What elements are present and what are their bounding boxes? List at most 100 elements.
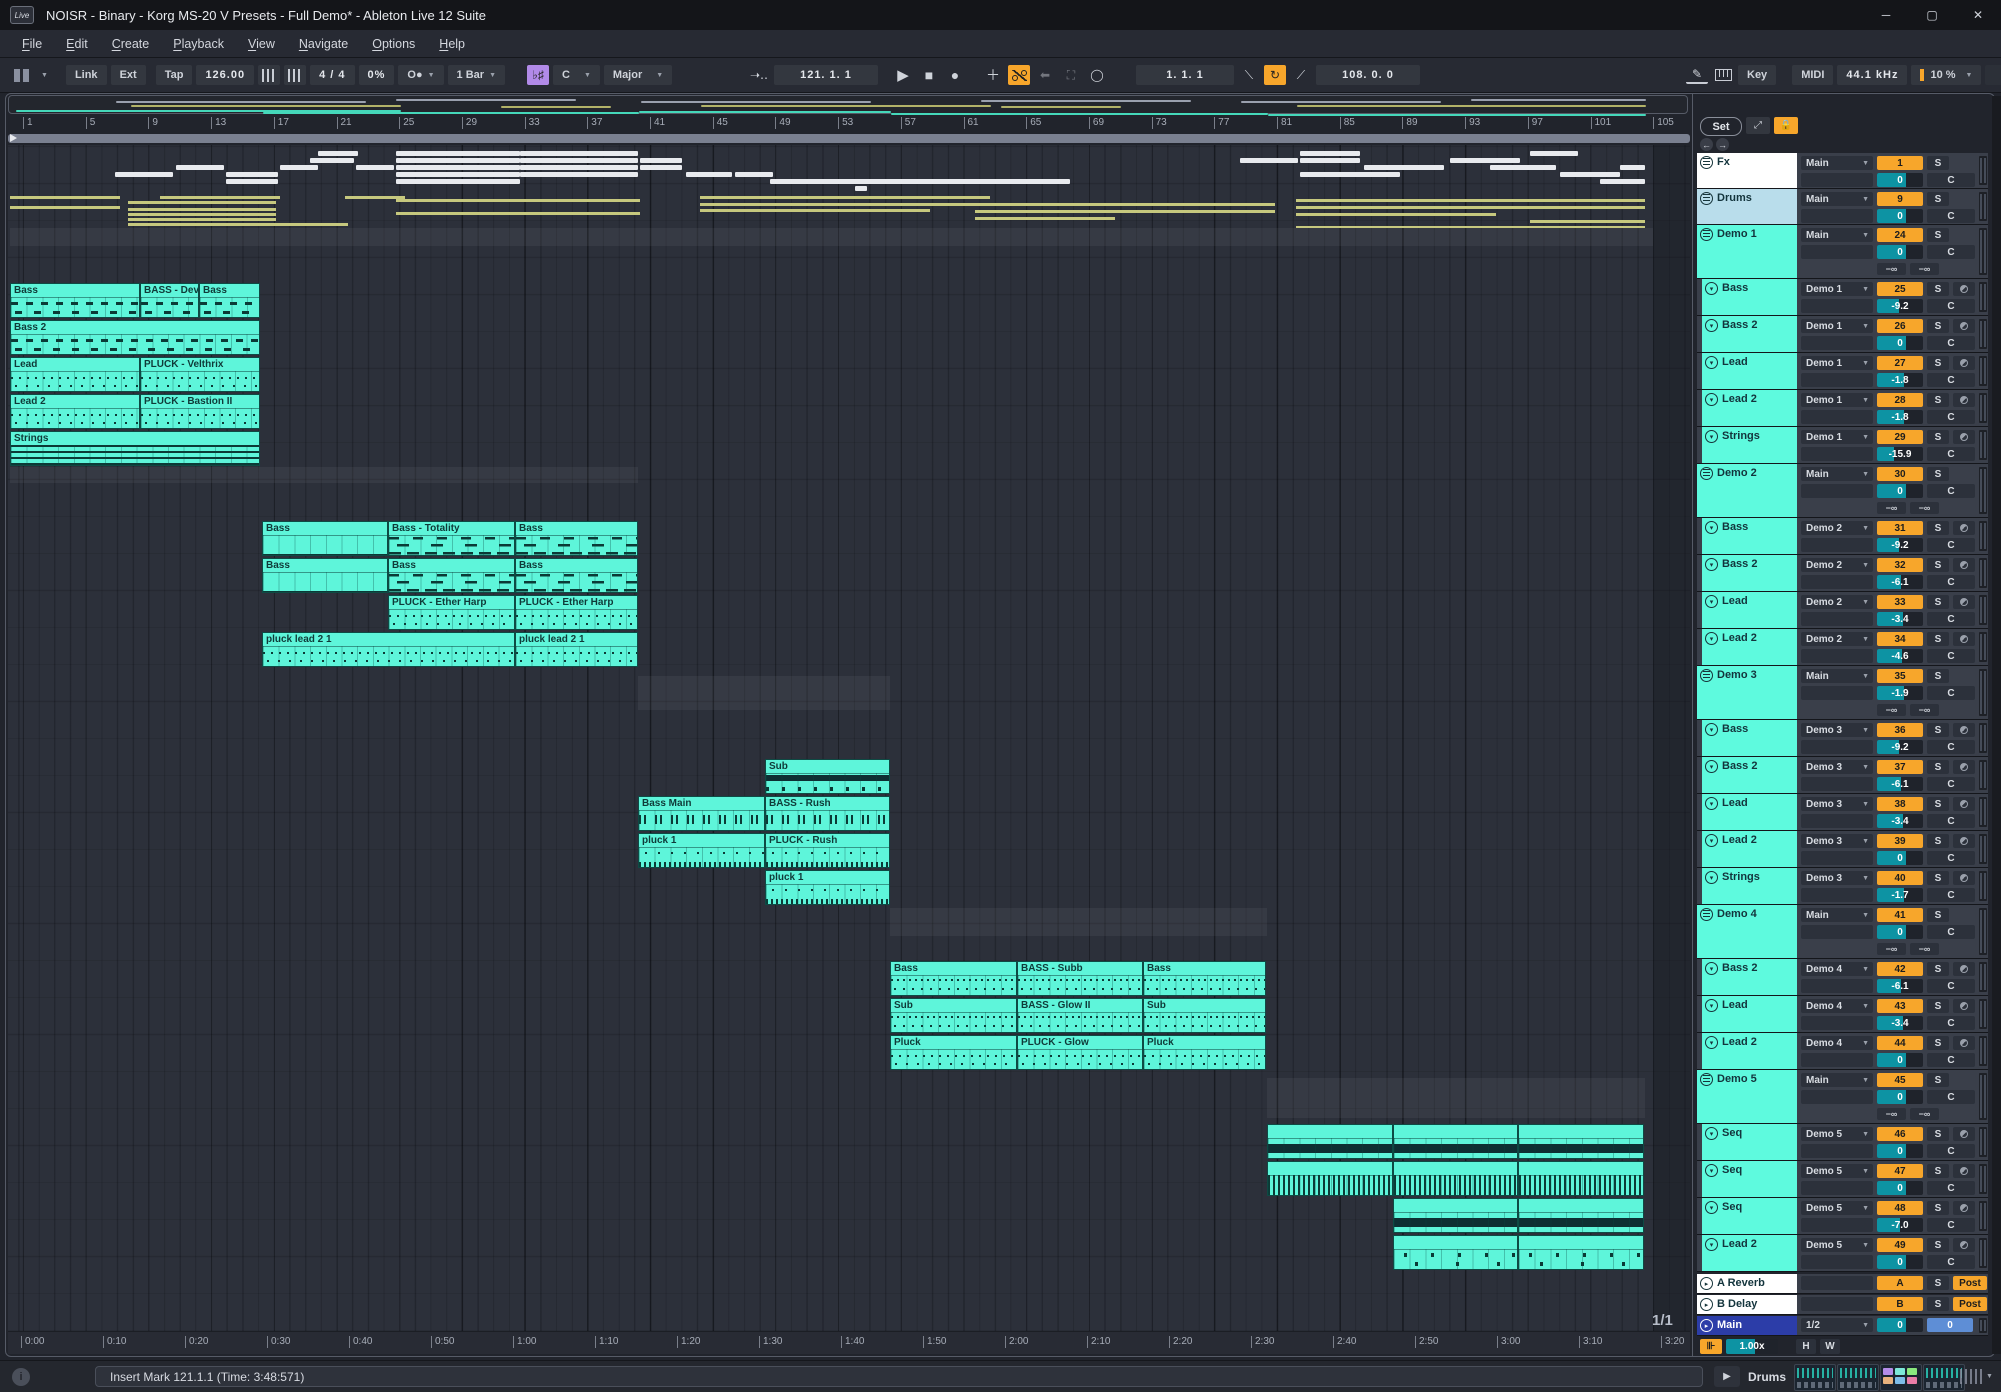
track-name-cell[interactable]: ▾Lead (1702, 592, 1797, 628)
scale-mode-icon[interactable]: ♭♯ (527, 65, 549, 85)
bar-ruler[interactable]: 1591317212529333741454953576165697377818… (8, 115, 1690, 133)
solo-button[interactable]: S (1927, 319, 1949, 333)
track-name-cell[interactable]: Demo 4 (1697, 905, 1797, 958)
track-number[interactable]: 39 (1877, 834, 1923, 848)
track-number[interactable]: 31 (1877, 521, 1923, 535)
clip[interactable]: Bass Main (638, 796, 765, 831)
routing-selector[interactable]: Demo 3▼ (1801, 871, 1873, 885)
track-number[interactable]: 9 (1877, 192, 1923, 206)
nudge-up-icon[interactable] (284, 65, 306, 85)
track-number[interactable]: 37 (1877, 760, 1923, 774)
routing-selector[interactable]: Demo 5▼ (1801, 1127, 1873, 1141)
clip[interactable]: Bass (890, 961, 1017, 996)
routing-selector[interactable]: Demo 2▼ (1801, 558, 1873, 572)
volume-field[interactable]: 0 (1877, 1318, 1923, 1332)
volume-field[interactable]: -9.2 (1877, 299, 1923, 313)
monitor-box[interactable] (1801, 612, 1873, 626)
track-name-cell[interactable]: Demo 5 (1697, 1070, 1797, 1123)
track-row[interactable]: ▾LeadDemo 3▼38S-3.4C (1697, 794, 1988, 831)
routing-selector[interactable]: Demo 2▼ (1801, 521, 1873, 535)
solo-button[interactable]: S (1927, 156, 1949, 170)
monitor-box[interactable] (1801, 777, 1873, 791)
monitor-box[interactable] (1801, 484, 1873, 498)
forward-arrow-button[interactable]: → (1716, 138, 1729, 151)
send-b-field[interactable]: −∞ (1910, 704, 1939, 716)
track-number[interactable]: 40 (1877, 871, 1923, 885)
track-number[interactable]: 1 (1877, 156, 1923, 170)
return-track-row[interactable]: ▸B DelayBSPost (1697, 1295, 1988, 1315)
quantize-menu[interactable]: 1 Bar▼ (448, 65, 505, 85)
track-row[interactable]: ▾SeqDemo 5▼47S0C (1697, 1161, 1988, 1198)
clip[interactable]: PLUCK - Glow (1017, 1035, 1143, 1070)
track-row[interactable]: FxMain▼1S0C (1697, 153, 1988, 189)
ext-button[interactable]: Ext (111, 65, 146, 85)
routing-selector[interactable]: Demo 2▼ (1801, 595, 1873, 609)
volume-field[interactable]: -3.4 (1877, 1016, 1923, 1030)
track-name-cell[interactable]: ▾Lead 2 (1702, 629, 1797, 665)
volume-field[interactable]: -6.1 (1877, 979, 1923, 993)
routing-selector[interactable]: Demo 1▼ (1801, 430, 1873, 444)
clip[interactable]: pluck lead 2 1 (262, 632, 515, 667)
crossfade-button[interactable]: C (1927, 649, 1975, 663)
track-row[interactable]: ▾SeqDemo 5▼48S-7.0C (1697, 1198, 1988, 1235)
root-note-menu[interactable]: C▼ (553, 65, 600, 85)
crossfade-button[interactable]: C (1927, 538, 1975, 552)
solo-button[interactable]: S (1927, 1276, 1949, 1290)
volume-field[interactable]: -1.7 (1877, 888, 1923, 902)
track-name-cell[interactable]: Demo 3 (1697, 666, 1797, 719)
routing-selector[interactable]: Demo 1▼ (1801, 319, 1873, 333)
set-button[interactable]: Set (1700, 117, 1742, 136)
track-name-cell[interactable]: Fx (1697, 153, 1797, 188)
routing-selector[interactable]: Demo 3▼ (1801, 797, 1873, 811)
solo-button[interactable]: S (1927, 595, 1949, 609)
clip[interactable]: PLUCK - Bastion II (140, 394, 260, 429)
track-number[interactable]: 26 (1877, 319, 1923, 333)
clip[interactable]: Pluck (1143, 1035, 1266, 1070)
crossfade-button[interactable]: C (1927, 686, 1975, 700)
crossfade-button[interactable]: C (1927, 1218, 1975, 1232)
arrangement-overview[interactable] (8, 95, 1688, 114)
menu-item-file[interactable]: File (10, 37, 54, 51)
clip[interactable] (1393, 1198, 1518, 1233)
lock-icon[interactable]: 🔒 (1774, 117, 1798, 134)
track-name-cell[interactable]: ▾Seq (1702, 1124, 1797, 1160)
transport-left-caret-icon[interactable]: ▼ (41, 72, 48, 79)
key-map-button[interactable]: Key (1738, 65, 1776, 85)
clip[interactable]: Bass - Totality (388, 521, 515, 556)
solo-button[interactable]: S (1927, 192, 1949, 206)
arm-button[interactable] (1953, 595, 1975, 609)
automation-mode-button[interactable] (1008, 65, 1030, 85)
monitor-box[interactable] (1801, 1090, 1873, 1104)
monitor-box[interactable] (1801, 1255, 1873, 1269)
arm-button[interactable] (1953, 319, 1975, 333)
link-track-icon[interactable]: ⤢ (1746, 117, 1770, 134)
crossfade-button[interactable]: C (1927, 740, 1975, 754)
volume-field[interactable]: 0 (1877, 1144, 1923, 1158)
send-a-field[interactable]: −∞ (1877, 1108, 1906, 1120)
audition-button[interactable]: ⊪ (1700, 1339, 1722, 1354)
send-a-field[interactable]: −∞ (1877, 704, 1906, 716)
track-number[interactable]: 44 (1877, 1036, 1923, 1050)
track-number[interactable]: 47 (1877, 1164, 1923, 1178)
routing-selector[interactable]: Demo 3▼ (1801, 723, 1873, 737)
track-name-cell[interactable]: ▾Strings (1702, 868, 1797, 904)
track-row[interactable]: ▾Bass 2Demo 4▼42S-6.1C (1697, 959, 1988, 996)
track-row[interactable]: Demo 2Main▼30S0C−∞−∞ (1697, 464, 1988, 518)
track-number[interactable]: 48 (1877, 1201, 1923, 1215)
monitor-box[interactable] (1801, 538, 1873, 552)
cpu-meter[interactable]: 10 %▼ (1911, 65, 1981, 85)
clip[interactable]: PLUCK - Ether Harp (388, 595, 515, 630)
main-track-row[interactable]: ▸Main1/2▼00 (1697, 1316, 1988, 1336)
solo-button[interactable]: S (1927, 558, 1949, 572)
track-name-cell[interactable]: ▸A Reverb (1697, 1274, 1797, 1293)
monitor-box[interactable] (1801, 740, 1873, 754)
scrub-bar[interactable] (8, 134, 1690, 143)
track-number[interactable]: 38 (1877, 797, 1923, 811)
clip[interactable]: Bass (10, 283, 140, 318)
routing-selector[interactable]: Demo 1▼ (1801, 356, 1873, 370)
clip[interactable]: Sub (890, 998, 1017, 1033)
track-number[interactable]: 29 (1877, 430, 1923, 444)
midi-map-button[interactable]: MIDI (1792, 65, 1833, 85)
volume-field[interactable]: -1.8 (1877, 373, 1923, 387)
arm-button[interactable] (1953, 282, 1975, 296)
